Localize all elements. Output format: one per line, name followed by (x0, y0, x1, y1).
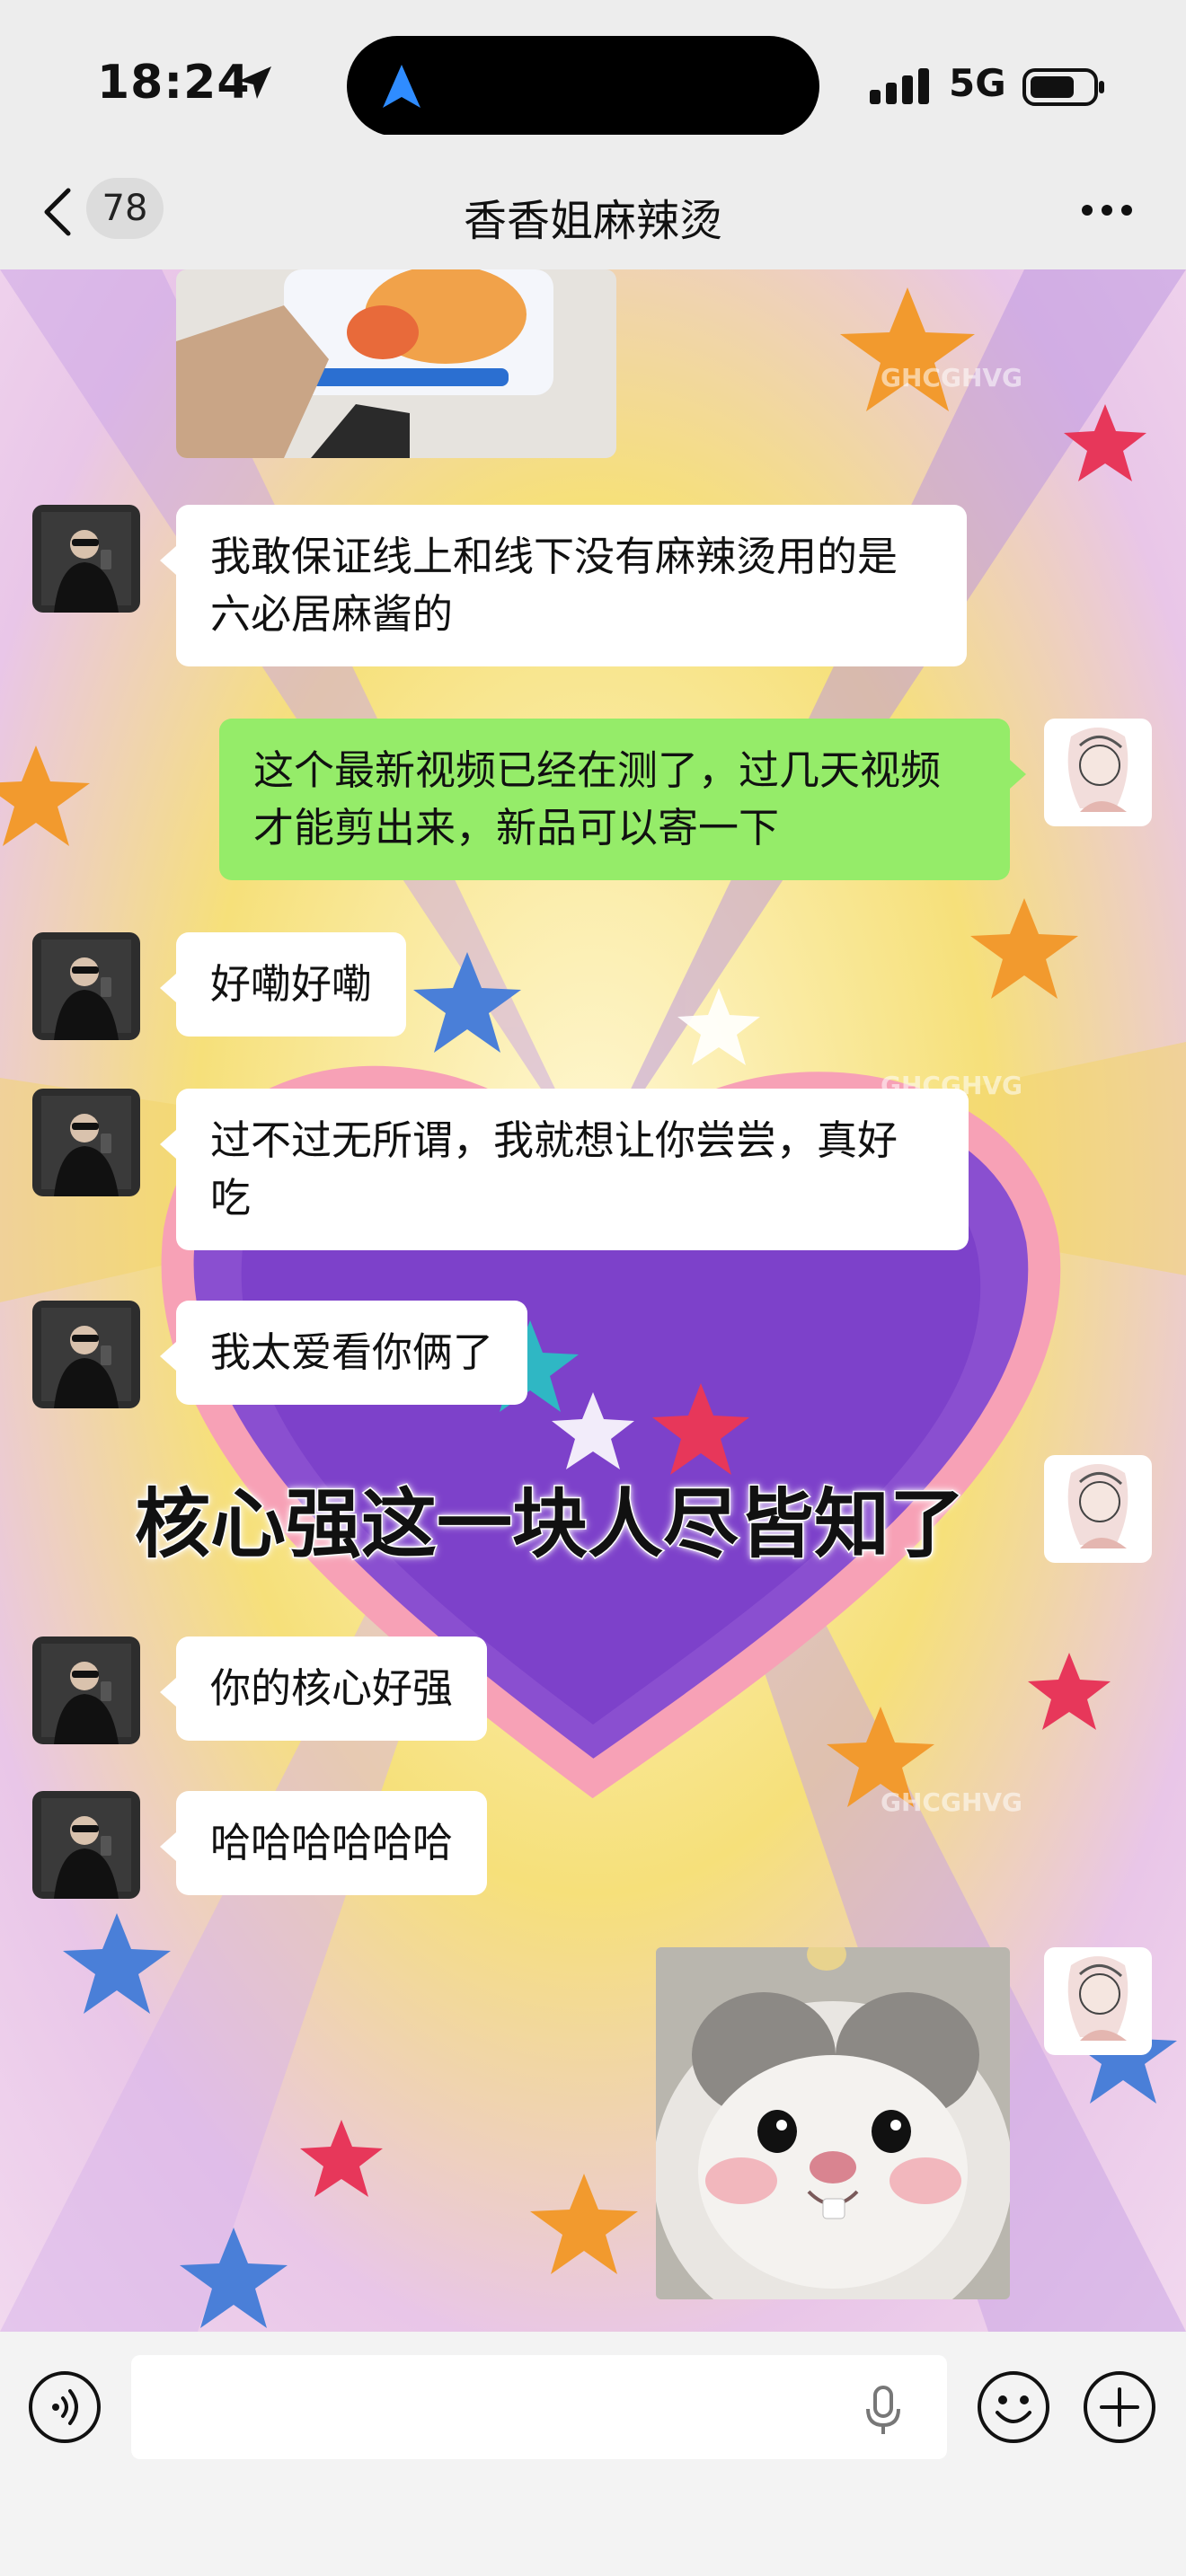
self-avatar-image (1044, 1947, 1152, 2055)
message-bubble-incoming[interactable]: 哈哈哈哈哈哈 (159, 1791, 488, 1895)
contact-avatar[interactable] (32, 1791, 140, 1899)
sticker-text-message[interactable]: 核心强这一块人尽皆知了 (133, 1464, 966, 1573)
contact-avatar[interactable] (32, 932, 140, 1040)
contact-avatar-image (32, 505, 140, 613)
cellular-signal-icon (870, 68, 929, 104)
contact-avatar-image (32, 1791, 140, 1899)
status-bar: 18:24 5G (0, 0, 1186, 137)
self-avatar-image (1044, 1455, 1152, 1563)
watermark-text: GHCGHVG (881, 363, 1022, 393)
message-input[interactable] (131, 2355, 947, 2459)
hamster-sticker[interactable] (656, 1947, 1010, 2299)
voice-input-icon[interactable] (27, 2369, 102, 2445)
watermark-text: GHCGHVG (881, 1787, 1022, 1817)
emoji-icon[interactable] (976, 2369, 1051, 2445)
message-bubble-incoming[interactable]: 过不过无所谓，我就想让你尝尝，真好吃 (160, 1089, 969, 1250)
dynamic-island (347, 36, 819, 137)
contact-avatar[interactable] (32, 1089, 140, 1196)
contact-avatar[interactable] (32, 1301, 140, 1408)
contact-avatar-image (32, 932, 140, 1040)
contact-avatar[interactable] (32, 505, 140, 613)
chat-header: 78 香香姐麻辣烫 (0, 135, 1186, 269)
more-options-icon[interactable] (1080, 203, 1134, 217)
message-bubble-incoming[interactable]: 我敢保证线上和线下没有麻辣烫用的是六必居麻酱的 (160, 505, 967, 666)
self-avatar[interactable] (1044, 1947, 1152, 2055)
battery-icon (1022, 68, 1104, 106)
chat-area[interactable]: GHCGHVG GHCGHVG GHCGHVG 我敢保证线上和线下没有麻辣烫用的… (0, 269, 1186, 2332)
self-avatar-image (1044, 719, 1152, 826)
plus-icon[interactable] (1082, 2369, 1157, 2445)
microphone-icon[interactable] (863, 2386, 904, 2436)
input-bar (0, 2332, 1186, 2576)
message-bubble-incoming[interactable]: 我太爱看你俩了 (159, 1301, 528, 1405)
self-avatar[interactable] (1044, 719, 1152, 826)
message-bubble-outgoing[interactable]: 这个最新视频已经在测了，过几天视频才能剪出来，新品可以寄一下 (219, 719, 1026, 880)
self-avatar[interactable] (1044, 1455, 1152, 1563)
network-type: 5G (949, 61, 1006, 105)
message-bubble-incoming[interactable]: 你的核心好强 (159, 1636, 488, 1741)
contact-avatar-image (32, 1089, 140, 1196)
hamster-sticker-image (656, 1947, 1010, 2299)
product-photo-image (176, 269, 616, 458)
contact-avatar-image (32, 1301, 140, 1408)
product-photo[interactable] (176, 269, 616, 458)
message-bubble-incoming[interactable]: 好嘞好嘞 (159, 932, 407, 1037)
location-arrow-icon (239, 66, 271, 99)
chat-title: 香香姐麻辣烫 (463, 196, 722, 246)
contact-avatar[interactable] (32, 1636, 140, 1744)
status-time: 18:24 (97, 56, 251, 110)
contact-avatar-image (32, 1636, 140, 1744)
navigation-arrow-icon (383, 65, 420, 108)
